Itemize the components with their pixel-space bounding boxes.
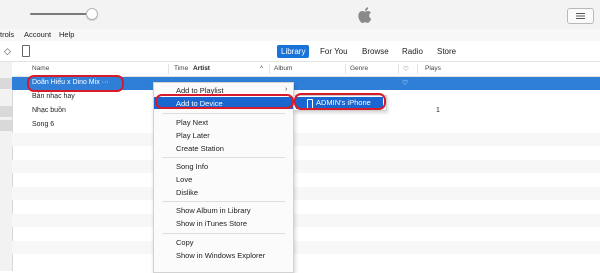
menu-separator [162,233,285,234]
menu-account[interactable]: Account [24,30,51,39]
tab-library[interactable]: Library [277,45,310,58]
table-row[interactable]: Song 6 [12,119,600,132]
column-header-plays[interactable]: Plays [425,65,441,72]
menu-controls[interactable]: trols [0,30,14,39]
song-name: Bản nhạc hay [32,93,75,100]
column-header-time[interactable]: Time [174,65,188,72]
iphone-icon[interactable] [22,45,30,57]
menu-help[interactable]: Help [59,30,74,39]
tab-radio[interactable]: Radio [398,45,427,58]
menu-item-play-later[interactable]: Play Later [176,131,210,140]
list-view-button[interactable] [567,8,594,24]
menu-item-play-next[interactable]: Play Next [176,118,208,127]
apple-logo-icon [358,7,372,23]
column-header-album[interactable]: Album [274,65,292,72]
chevron-icon[interactable]: ◇ [4,46,11,57]
menu-item-show-album[interactable]: Show Album in Library [176,206,251,215]
menu-item-copy[interactable]: Copy [176,238,194,247]
sort-caret-icon[interactable]: ^ [260,65,263,72]
menu-separator [162,113,285,114]
column-divider [345,64,346,74]
annotation-highlight-add-to-device [155,94,294,109]
empty-row [12,133,600,146]
column-divider [269,64,270,74]
empty-row [12,241,600,254]
tab-browse[interactable]: Browse [358,45,393,58]
column-header-name[interactable]: Name [32,65,49,72]
annotation-highlight-device [294,93,386,110]
submenu-arrow-icon: › [285,86,288,93]
menu-item-song-info[interactable]: Song Info [176,162,208,171]
column-divider [398,64,399,74]
navigation-row: ◇ Library For You Browse Radio Store [0,41,600,62]
volume-slider[interactable] [30,13,92,15]
menu-item-love[interactable]: Love [176,175,192,184]
heart-icon[interactable]: ♡ [402,79,408,87]
song-name: Nhạc buồn [32,107,66,114]
empty-row [12,187,600,200]
annotation-highlight-song [27,75,124,92]
menu-item-create-station[interactable]: Create Station [176,144,224,153]
sidebar-item[interactable] [0,120,12,131]
sidebar-item[interactable] [0,106,12,117]
list-view-icon [576,13,585,19]
empty-row [12,160,600,173]
menu-item-dislike[interactable]: Dislike [176,188,198,197]
song-name: Song 6 [32,121,55,128]
column-divider [168,64,169,74]
context-menu: Add to Playlist › Add to Device Play Nex… [153,82,294,273]
player-toolbar [0,0,600,30]
column-header-genre[interactable]: Genre [350,65,368,72]
menu-separator [162,157,285,158]
menu-item-show-in-explorer[interactable]: Show in Windows Explorer [176,251,265,260]
tab-store[interactable]: Store [433,45,460,58]
menu-item-show-in-store[interactable]: Show in iTunes Store [176,219,247,228]
song-plays: 1 [436,107,440,114]
sidebar-item[interactable] [0,78,12,89]
empty-row [12,214,600,227]
menu-separator [162,201,285,202]
heart-icon[interactable]: ♡ [403,65,409,73]
column-header-artist[interactable]: Artist [193,65,210,72]
volume-knob[interactable] [86,8,98,20]
column-divider [417,64,418,74]
tab-for-you[interactable]: For You [316,45,352,58]
